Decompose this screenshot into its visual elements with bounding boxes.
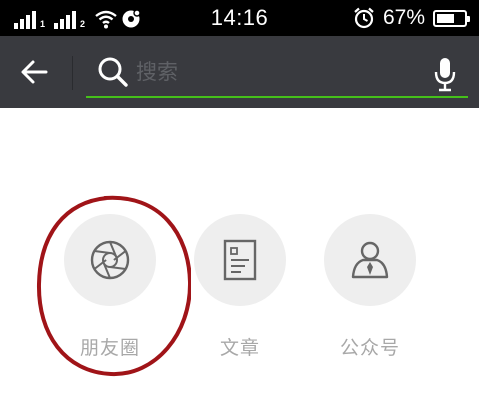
- category-official-accounts[interactable]: 公众号: [324, 214, 416, 360]
- search-header: [0, 36, 479, 108]
- search-icon: [98, 57, 128, 87]
- category-moments-label: 朋友圈: [79, 337, 140, 359]
- back-arrow-icon[interactable]: [16, 56, 52, 88]
- category-articles-label: 文章: [219, 337, 260, 359]
- battery-icon: [433, 9, 470, 27]
- category-moments[interactable]: 朋友圈: [64, 214, 156, 360]
- search-underline: [86, 96, 468, 98]
- article-icon: [223, 239, 257, 281]
- search-input[interactable]: [136, 56, 416, 88]
- category-articles-circle[interactable]: [194, 214, 286, 306]
- aperture-icon: [90, 240, 130, 280]
- battery-percent: 67%: [382, 6, 425, 29]
- category-articles[interactable]: 文章: [194, 214, 286, 360]
- microphone-icon[interactable]: [432, 56, 458, 92]
- category-moments-circle[interactable]: [64, 214, 156, 306]
- alarm-icon: [354, 7, 374, 29]
- status-right-icons: 67%: [353, 6, 470, 30]
- official-account-icon: [351, 241, 389, 279]
- category-official-accounts-label: 公众号: [339, 337, 400, 359]
- category-official-accounts-circle[interactable]: [324, 214, 416, 306]
- header-divider: [72, 56, 73, 90]
- status-bar: 1 2 14:16 67%: [0, 0, 479, 36]
